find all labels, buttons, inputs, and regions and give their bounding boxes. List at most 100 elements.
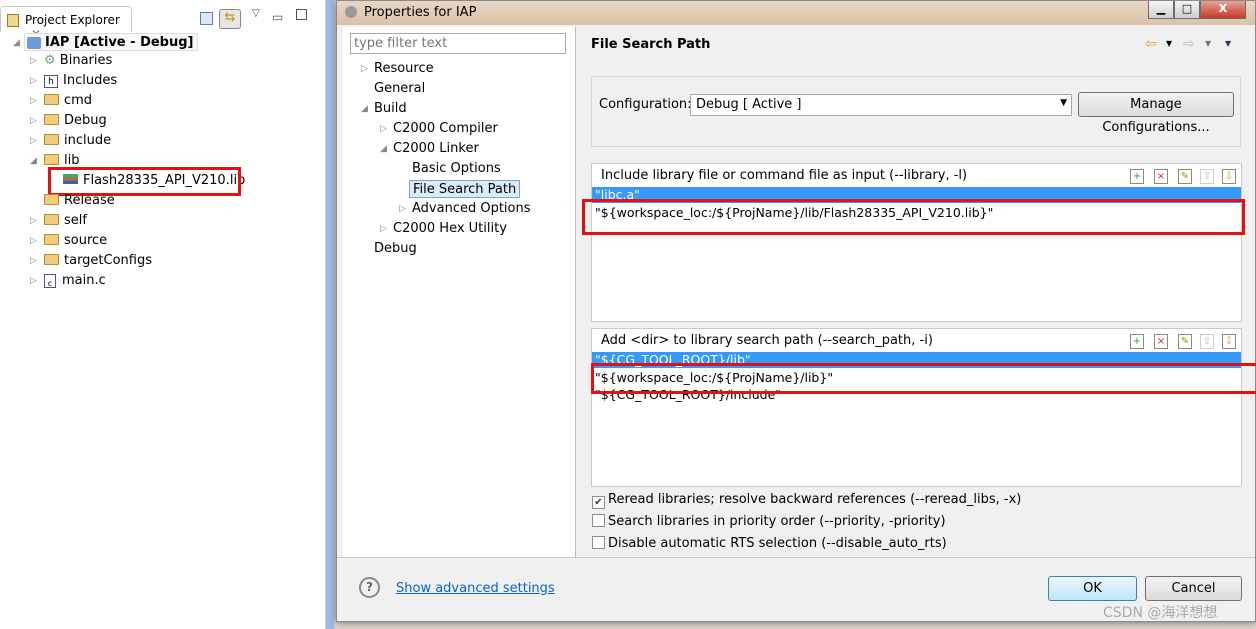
tree-c2000-linker[interactable]: ◢ C2000 Linker [380, 140, 479, 158]
properties-dialog: Properties for IAP ▁ □ X ▷Resource Gener… [336, 0, 1256, 622]
project-explorer: Project Explorer ✕ ⇆ ▽ ▭ ◢ IAP [Active -… [0, 0, 326, 629]
delete-icon[interactable]: × [1154, 169, 1168, 184]
forward-arrow-icon[interactable]: ⇨ [1183, 36, 1195, 52]
checkbox-checked[interactable]: ✔ [592, 496, 605, 509]
label: lib [64, 153, 80, 168]
library-list-group: Include library file or command file as … [591, 163, 1242, 322]
project-explorer-icon [7, 14, 19, 27]
view-menu-icon[interactable]: ▽ [252, 8, 260, 19]
maximize-icon[interactable] [296, 9, 307, 20]
view-menu-icon[interactable]: ▼ [1225, 39, 1231, 48]
configuration-label: Configuration: [599, 97, 692, 112]
folder-icon [44, 194, 59, 205]
tree-item-includes[interactable]: ▷ h Includes [30, 72, 117, 90]
tree-basic-options[interactable]: Basic Options [412, 160, 501, 178]
configuration-group: Configuration: Debug [ Active ] ▼ Manage … [591, 76, 1241, 147]
back-menu-icon[interactable]: ▼ [1166, 39, 1172, 48]
priority-order-checkbox[interactable]: Search libraries in priority order (--pr… [592, 514, 946, 529]
configuration-select[interactable]: Debug [ Active ] ▼ [690, 94, 1072, 116]
label: File Search Path [413, 182, 517, 197]
label: Basic Options [412, 161, 501, 176]
divider [337, 557, 1255, 558]
minimize-icon[interactable]: ▭ [272, 10, 283, 24]
tree-resource[interactable]: ▷ Resource [361, 60, 434, 78]
label: General [374, 81, 426, 96]
tree-debug[interactable]: Debug [374, 240, 417, 258]
tree-item-self[interactable]: ▷ self [30, 212, 87, 230]
folder-icon [44, 214, 59, 225]
tab-title: Project Explorer [25, 13, 120, 27]
filter-input[interactable] [350, 33, 566, 54]
tree-item-debug[interactable]: ▷ Debug [30, 112, 107, 130]
tree-c2000-hex-utility[interactable]: ▷ C2000 Hex Utility [380, 220, 507, 238]
label: Debug [64, 113, 107, 128]
tree-item-include[interactable]: ▷ include [30, 132, 112, 150]
tree-item-binaries[interactable]: ▷ ⚙ Binaries [30, 52, 112, 70]
dialog-title: Properties for IAP [364, 5, 477, 20]
back-arrow-icon[interactable]: ⇦ [1145, 36, 1157, 52]
label: Search libraries in priority order (--pr… [608, 514, 946, 529]
dialog-titlebar[interactable]: Properties for IAP ▁ □ X [337, 1, 1255, 25]
search-list-title: Add <dir> to library search path (--sear… [601, 333, 933, 348]
add-icon[interactable]: + [1130, 334, 1144, 349]
tree-advanced-options[interactable]: ▷ Advanced Options [399, 200, 531, 218]
move-up-icon[interactable]: ⇧ [1200, 334, 1214, 349]
tab-project-explorer[interactable]: Project Explorer ✕ [0, 6, 132, 41]
cancel-button[interactable]: Cancel [1145, 576, 1242, 601]
tree-item-main-c[interactable]: ▷ c main.c [30, 272, 106, 290]
tree-build[interactable]: ◢ Build [361, 100, 407, 118]
folder-icon [44, 234, 59, 245]
label: targetConfigs [64, 253, 153, 268]
edit-icon[interactable]: ✎ [1178, 169, 1192, 184]
tree-item-source[interactable]: ▷ source [30, 232, 108, 250]
move-down-icon[interactable]: ⇩ [1222, 169, 1236, 184]
collapse-all-icon[interactable] [200, 12, 213, 25]
edit-icon[interactable]: ✎ [1178, 334, 1192, 349]
forward-menu-icon[interactable]: ▼ [1205, 39, 1211, 48]
maximize-button[interactable]: □ [1174, 1, 1200, 19]
ccs-project-icon [27, 37, 41, 49]
disable-auto-rts-checkbox[interactable]: Disable automatic RTS selection (--disab… [592, 536, 947, 551]
highlight-box [582, 199, 1245, 235]
link-with-editor-icon[interactable]: ⇆ [219, 9, 241, 29]
move-up-icon[interactable]: ⇧ [1200, 169, 1214, 184]
includes-icon: h [44, 75, 58, 88]
help-icon[interactable]: ? [359, 577, 380, 598]
label: Debug [374, 241, 417, 256]
label: self [64, 213, 87, 228]
label: source [64, 233, 108, 248]
label: Release [64, 193, 115, 208]
tree-c2000-compiler[interactable]: ▷ C2000 Compiler [380, 120, 498, 138]
tree-file-search-path[interactable]: File Search Path [409, 180, 521, 198]
reread-libraries-checkbox[interactable]: ✔ Reread libraries; resolve backward refe… [592, 492, 1021, 509]
category-pane: ▷Resource General ◢Build ▷C2000 Compiler… [343, 27, 576, 557]
move-down-icon[interactable]: ⇩ [1222, 334, 1236, 349]
label: Advanced Options [412, 201, 531, 216]
ok-button[interactable]: OK [1048, 576, 1137, 601]
delete-icon[interactable]: × [1154, 334, 1168, 349]
label: Resource [374, 61, 434, 76]
manage-configurations-button[interactable]: Manage Configurations... [1078, 92, 1234, 135]
library-list-title: Include library file or command file as … [601, 168, 968, 183]
app-icon [345, 6, 357, 18]
folder-icon [44, 154, 59, 165]
folder-icon [44, 94, 59, 105]
tree-item-targetconfigs[interactable]: ▷ targetConfigs [30, 252, 153, 270]
editor-scrollbar[interactable] [326, 0, 334, 629]
checkbox[interactable] [592, 514, 605, 527]
label: cmd [64, 93, 93, 108]
tree-general[interactable]: General [374, 80, 425, 98]
tree-item-cmd[interactable]: ▷ cmd [30, 92, 93, 110]
label: Build [374, 101, 407, 116]
tree-item-release[interactable]: Release [44, 192, 115, 210]
checkbox[interactable] [592, 536, 605, 549]
label: Reread libraries; resolve backward refer… [608, 492, 1022, 507]
close-button[interactable]: X [1200, 1, 1246, 19]
label: C2000 Hex Utility [393, 221, 507, 236]
add-icon[interactable]: + [1130, 169, 1144, 184]
tree-project-iap[interactable]: ◢ IAP [Active - Debug] [13, 33, 199, 51]
label: include [64, 133, 112, 148]
show-advanced-settings-link[interactable]: Show advanced settings [396, 581, 555, 596]
minimize-button[interactable]: ▁ [1148, 1, 1174, 19]
page-title: File Search Path [591, 37, 711, 52]
